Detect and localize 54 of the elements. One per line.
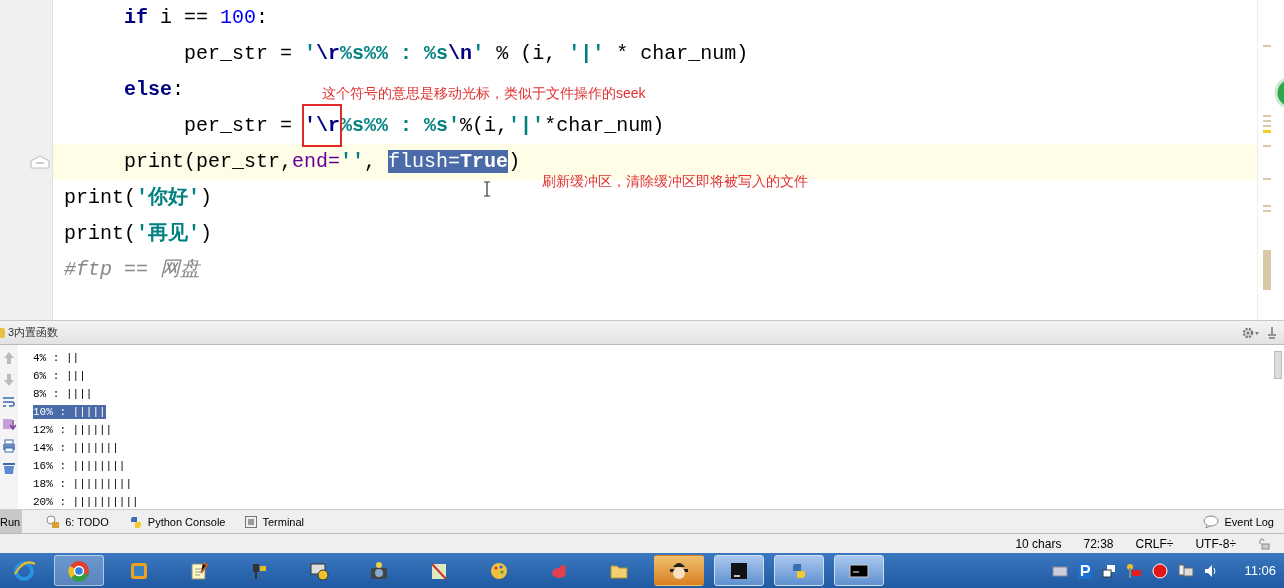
event-log-button[interactable]: Event Log (1193, 510, 1284, 534)
tool-window-tab[interactable]: Run (0, 510, 23, 534)
todo-icon (46, 514, 61, 529)
code-line: else: (123, 78, 185, 101)
volume-icon[interactable] (1204, 563, 1219, 578)
settings-icon[interactable] (1242, 326, 1260, 339)
trash-icon[interactable] (2, 461, 16, 476)
pin-icon[interactable] (1266, 326, 1278, 339)
annotation-note: 这个符号的意思是移动光标，类似于文件操作的seek (322, 84, 646, 102)
tool-window-tab[interactable]: Python Console (118, 510, 236, 534)
print-icon[interactable] (2, 439, 16, 454)
command-prompt-icon[interactable] (834, 555, 884, 587)
annotation-note: 刷新缓冲区，清除缓冲区即将被写入的文件 (542, 172, 808, 190)
code-line: per_str = '\r%s%% : %s\n' % (i, '|' * char_num) (183, 42, 749, 65)
parking-icon[interactable] (1078, 562, 1093, 579)
clock[interactable]: 11:06 (1244, 563, 1276, 579)
console-output-line: 14% : ||||||| (33, 441, 119, 456)
encoding-selector[interactable]: UTF-8÷ (1195, 536, 1236, 551)
speech-bubble-icon (1203, 514, 1220, 529)
tool-window-tab[interactable]: 6: TODO (36, 510, 119, 534)
terminal-icon (245, 515, 258, 528)
windows-stack-icon[interactable] (1102, 563, 1117, 578)
pycharm-icon[interactable] (714, 555, 764, 587)
tool-window-tab[interactable]: Terminal (235, 510, 315, 534)
code-line: if i == 100: (123, 6, 269, 29)
selection-count: 10 chars (1015, 536, 1062, 551)
caret-position[interactable]: 72:38 (1083, 536, 1114, 551)
console-output-line: 6% : ||| (33, 369, 86, 384)
python-icon (128, 514, 143, 529)
network-icon[interactable] (1178, 562, 1195, 579)
code-line: #ftp == 网盘 (64, 258, 200, 281)
scroll-to-end-icon[interactable] (2, 417, 16, 432)
keyboard-icon[interactable] (1052, 564, 1069, 577)
fold-marker-icon[interactable] (30, 155, 50, 169)
chrome-browser-icon[interactable] (54, 555, 104, 587)
console-output-line: 18% : ||||||||| (33, 477, 133, 492)
python-icon[interactable] (774, 555, 824, 587)
code-line: print(per_str,end='', flush=True) (123, 150, 521, 173)
scrollbar-thumb[interactable] (1274, 351, 1282, 380)
flag-icon[interactable] (1126, 562, 1143, 579)
python-file-icon (0, 326, 6, 339)
soft-wrap-icon[interactable] (2, 395, 16, 410)
console-output-line: 12% : |||||| (33, 423, 113, 438)
stop-icon[interactable] (1152, 562, 1169, 579)
code-line: print('再见') (64, 222, 213, 245)
text-cursor-icon (483, 181, 491, 197)
console-output-line: 4% : || (33, 351, 80, 366)
code-line: print('你好') (64, 186, 213, 209)
console-output-line: 20% : |||||||||| (33, 495, 139, 510)
lock-icon[interactable] (1258, 537, 1270, 550)
console-output-line: 16% : |||||||| (33, 459, 126, 474)
line-separator-selector[interactable]: CRLF÷ (1135, 536, 1174, 551)
console-output-line: 8% : |||| (33, 387, 93, 402)
run-panel-title: 3内置函数 (8, 325, 59, 341)
